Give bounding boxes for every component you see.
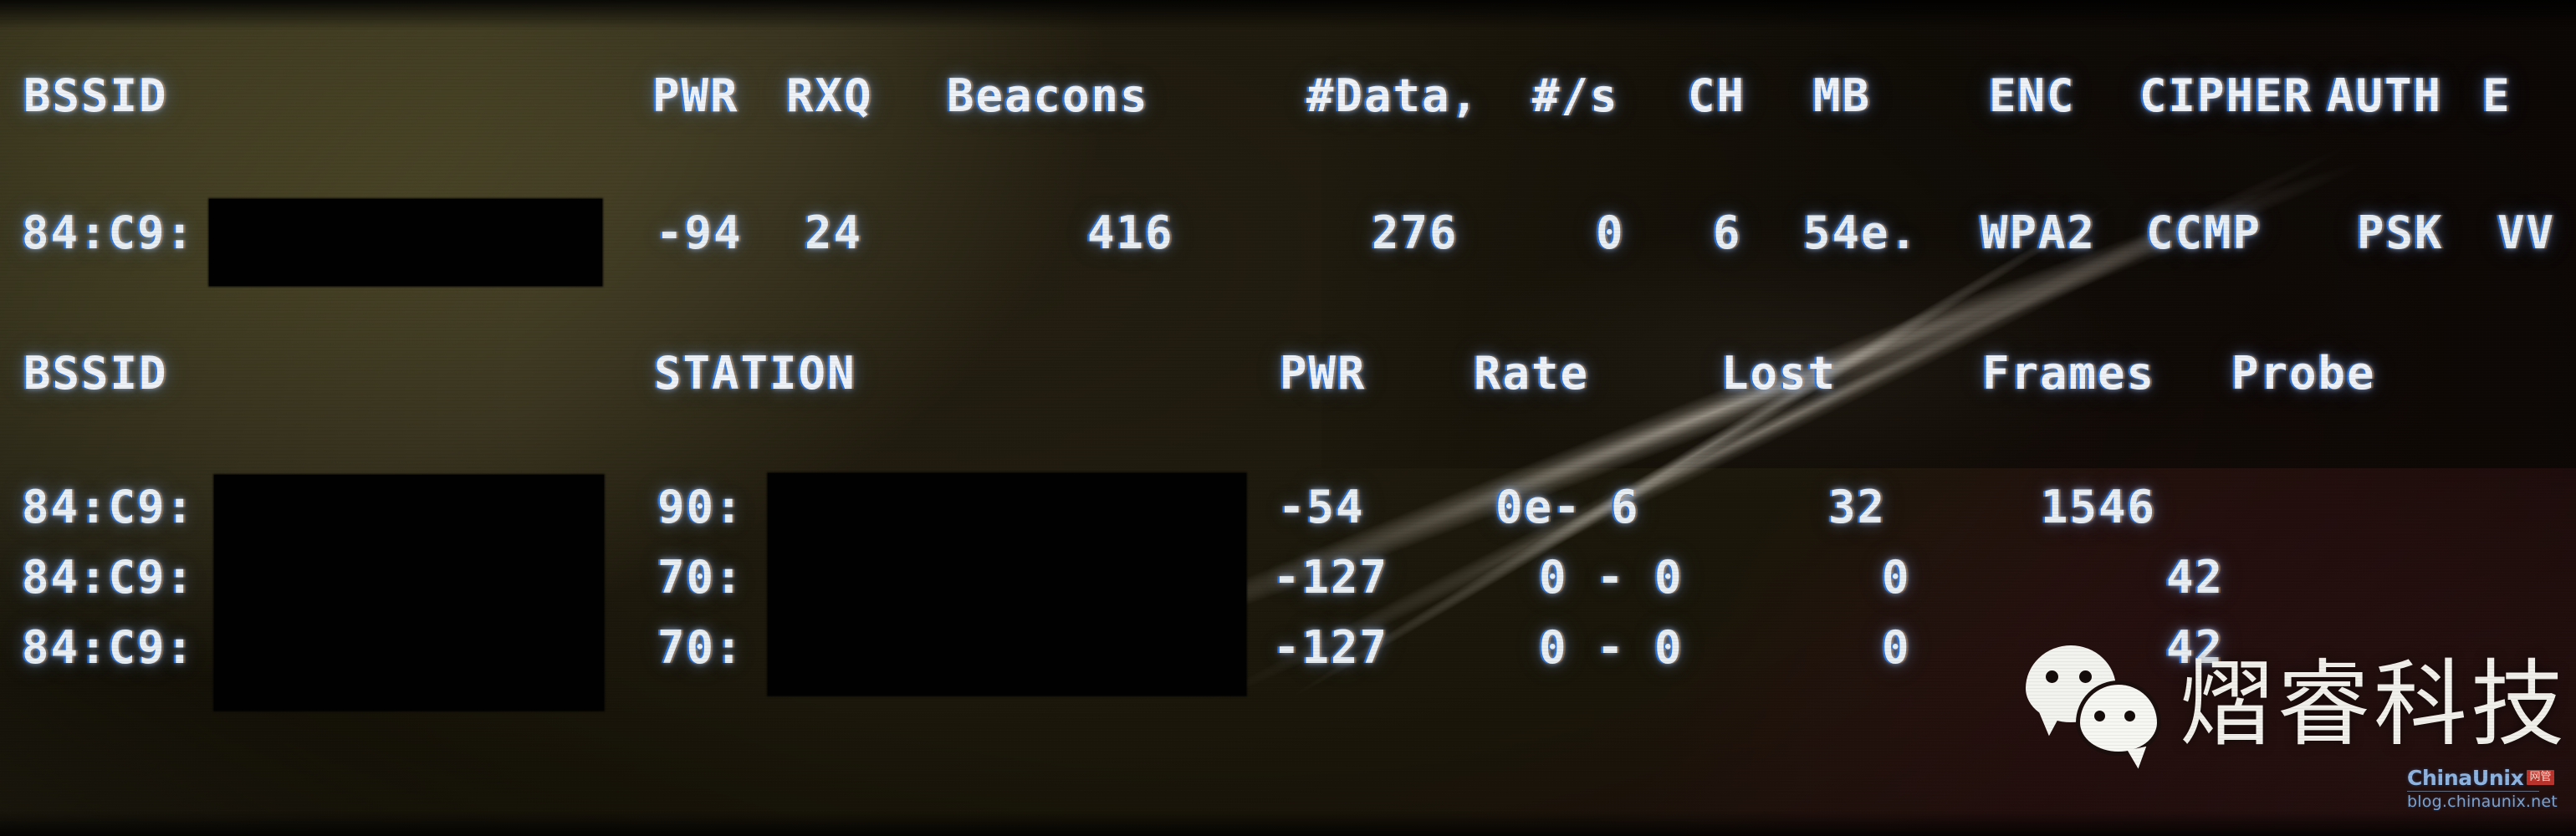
station-frames: 42 — [2166, 551, 2225, 604]
col-header-beacons: Beacons — [947, 69, 1149, 122]
ap-auth: PSK — [2357, 206, 2444, 259]
station-mac-prefix: 90: — [657, 481, 744, 533]
station-mac-prefix: 70: — [657, 551, 744, 604]
col-header-station-rate: Rate — [1474, 347, 1590, 400]
ap-enc: WPA2 — [1981, 206, 2097, 259]
col-header-station-frames: Frames — [1982, 347, 2156, 400]
col-header-ch: CH — [1688, 69, 1746, 122]
wechat-account-name: 熠睿科技 — [2180, 650, 2568, 759]
ap-mb: 54e. — [1803, 206, 1919, 259]
col-header-rate: #/s — [1532, 69, 1619, 122]
redaction-box-ap-bssid — [209, 199, 602, 286]
col-header-station-probe: Probe — [2231, 347, 2376, 400]
ap-rate: 0 — [1596, 206, 1625, 259]
col-header-station-lost: Lost — [1721, 347, 1837, 400]
redaction-box-station-bssid-column — [214, 475, 604, 711]
col-header-bssid: BSSID — [23, 69, 168, 122]
station-mac-prefix: 70: — [657, 621, 744, 674]
ap-rxq: 24 — [805, 206, 863, 259]
station-rate: 0e- 6 — [1495, 481, 1640, 533]
bottom-edge-fade — [0, 811, 2576, 836]
ap-pwr: -94 — [656, 206, 743, 259]
col-header-e: E — [2482, 69, 2512, 122]
col-header-pwr: PWR — [652, 69, 739, 122]
station-pwr: -54 — [1278, 481, 1365, 533]
wechat-logo-icon — [2024, 642, 2165, 767]
col-header-station: STATION — [654, 347, 856, 400]
ap-bssid-prefix: 84:C9: — [22, 206, 196, 259]
station-rate: 0 - 0 — [1539, 551, 1684, 604]
station-bssid-prefix: 84:C9: — [22, 551, 196, 604]
redaction-box-station-mac-column — [768, 473, 1246, 696]
station-lost: 0 — [1882, 621, 1911, 674]
col-header-auth: AUTH — [2327, 69, 2443, 122]
chinaunix-badge: 网管 — [2527, 770, 2554, 785]
monitor-photo: BSSID PWR RXQ Beacons #Data, #/s CH MB E… — [0, 0, 2576, 836]
chinaunix-watermark: ChinaUnix 网管 blog.chinaunix.net — [2407, 767, 2558, 811]
col-header-enc: ENC — [1989, 69, 2076, 122]
col-header-cipher: CIPHER — [2139, 69, 2313, 122]
ap-cipher: CCMP — [2146, 206, 2262, 259]
ap-beacons: 416 — [1087, 206, 1174, 259]
ap-e: VV — [2497, 206, 2556, 259]
chinaunix-divider — [2407, 791, 2539, 792]
col-header-mb: MB — [1813, 69, 1872, 122]
ap-ch: 6 — [1713, 206, 1742, 259]
col-header-station-pwr: PWR — [1280, 347, 1367, 400]
wechat-watermark: 熠睿科技 — [2024, 642, 2568, 767]
station-frames: 1546 — [2041, 481, 2157, 533]
station-rate: 0 - 0 — [1539, 621, 1684, 674]
station-lost: 32 — [1828, 481, 1887, 533]
col-header-data: #Data, — [1306, 69, 1480, 122]
col-header-station-bssid: BSSID — [23, 347, 168, 400]
chinaunix-brand: ChinaUnix — [2407, 766, 2524, 790]
chinaunix-url: blog.chinaunix.net — [2407, 793, 2558, 811]
station-bssid-prefix: 84:C9: — [22, 621, 196, 674]
col-header-rxq: RXQ — [786, 69, 873, 122]
top-edge-fade — [0, 0, 2576, 30]
station-pwr: -127 — [1273, 551, 1389, 604]
station-pwr: -127 — [1273, 621, 1389, 674]
station-lost: 0 — [1882, 551, 1911, 604]
ap-data: 276 — [1372, 206, 1459, 259]
station-bssid-prefix: 84:C9: — [22, 481, 196, 533]
